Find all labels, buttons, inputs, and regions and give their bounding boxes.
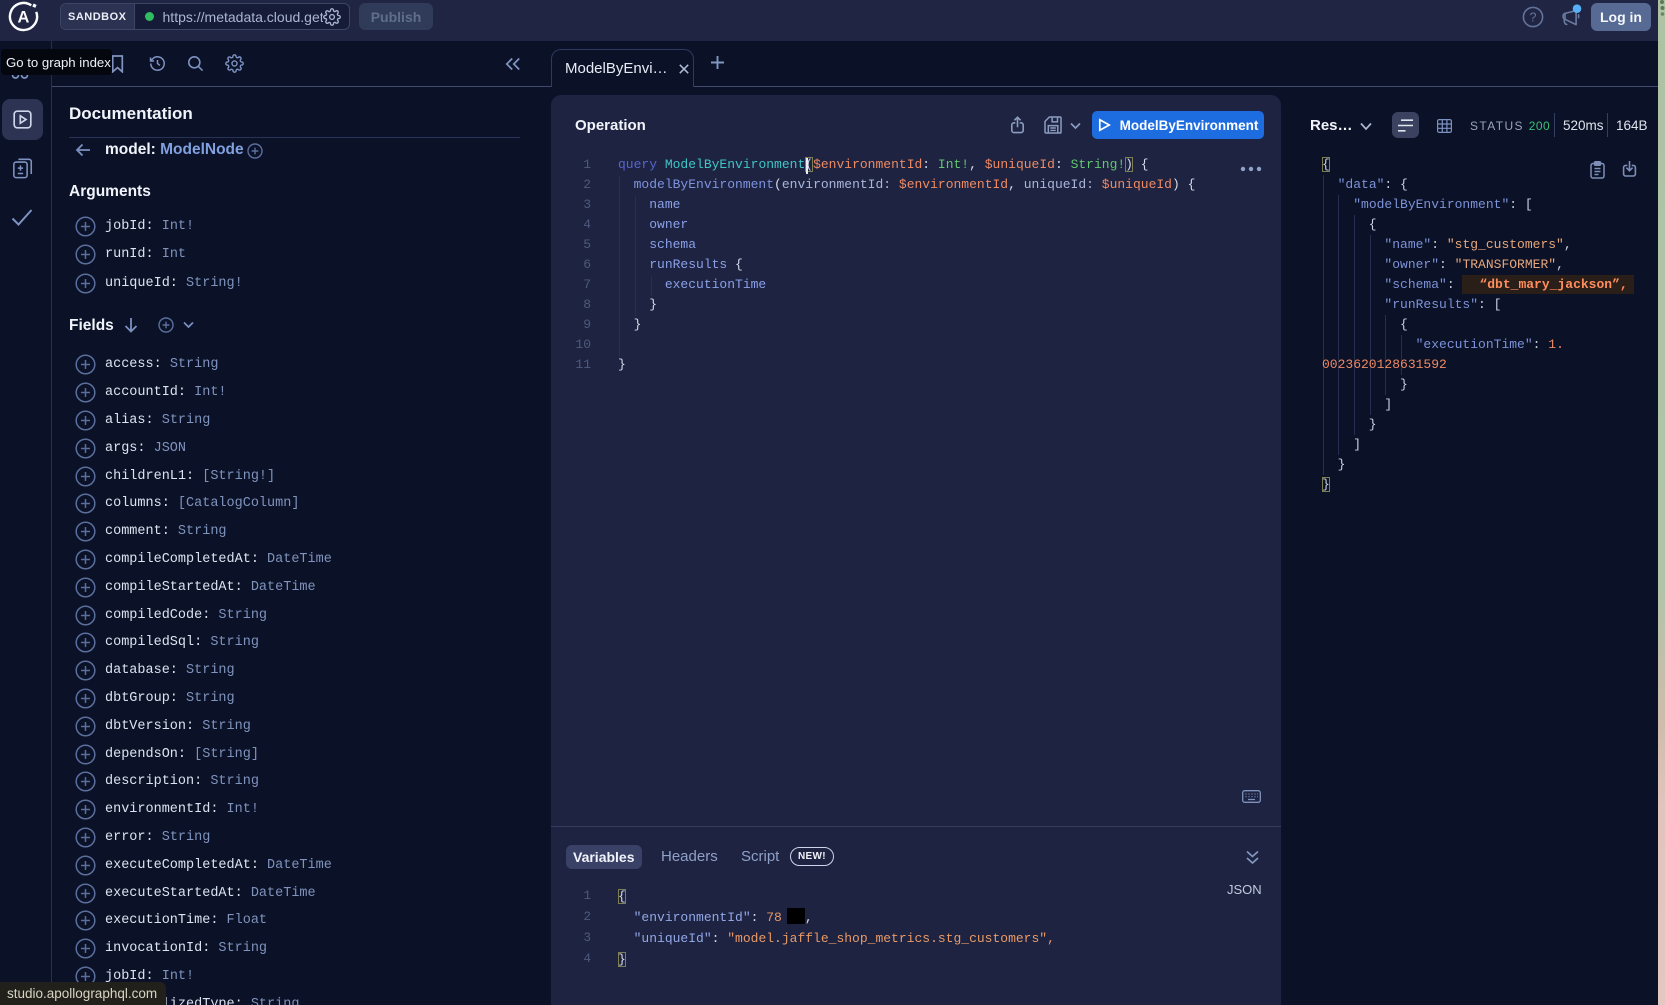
svg-text:?: ?	[1530, 11, 1537, 25]
svg-text:A: A	[18, 8, 30, 26]
